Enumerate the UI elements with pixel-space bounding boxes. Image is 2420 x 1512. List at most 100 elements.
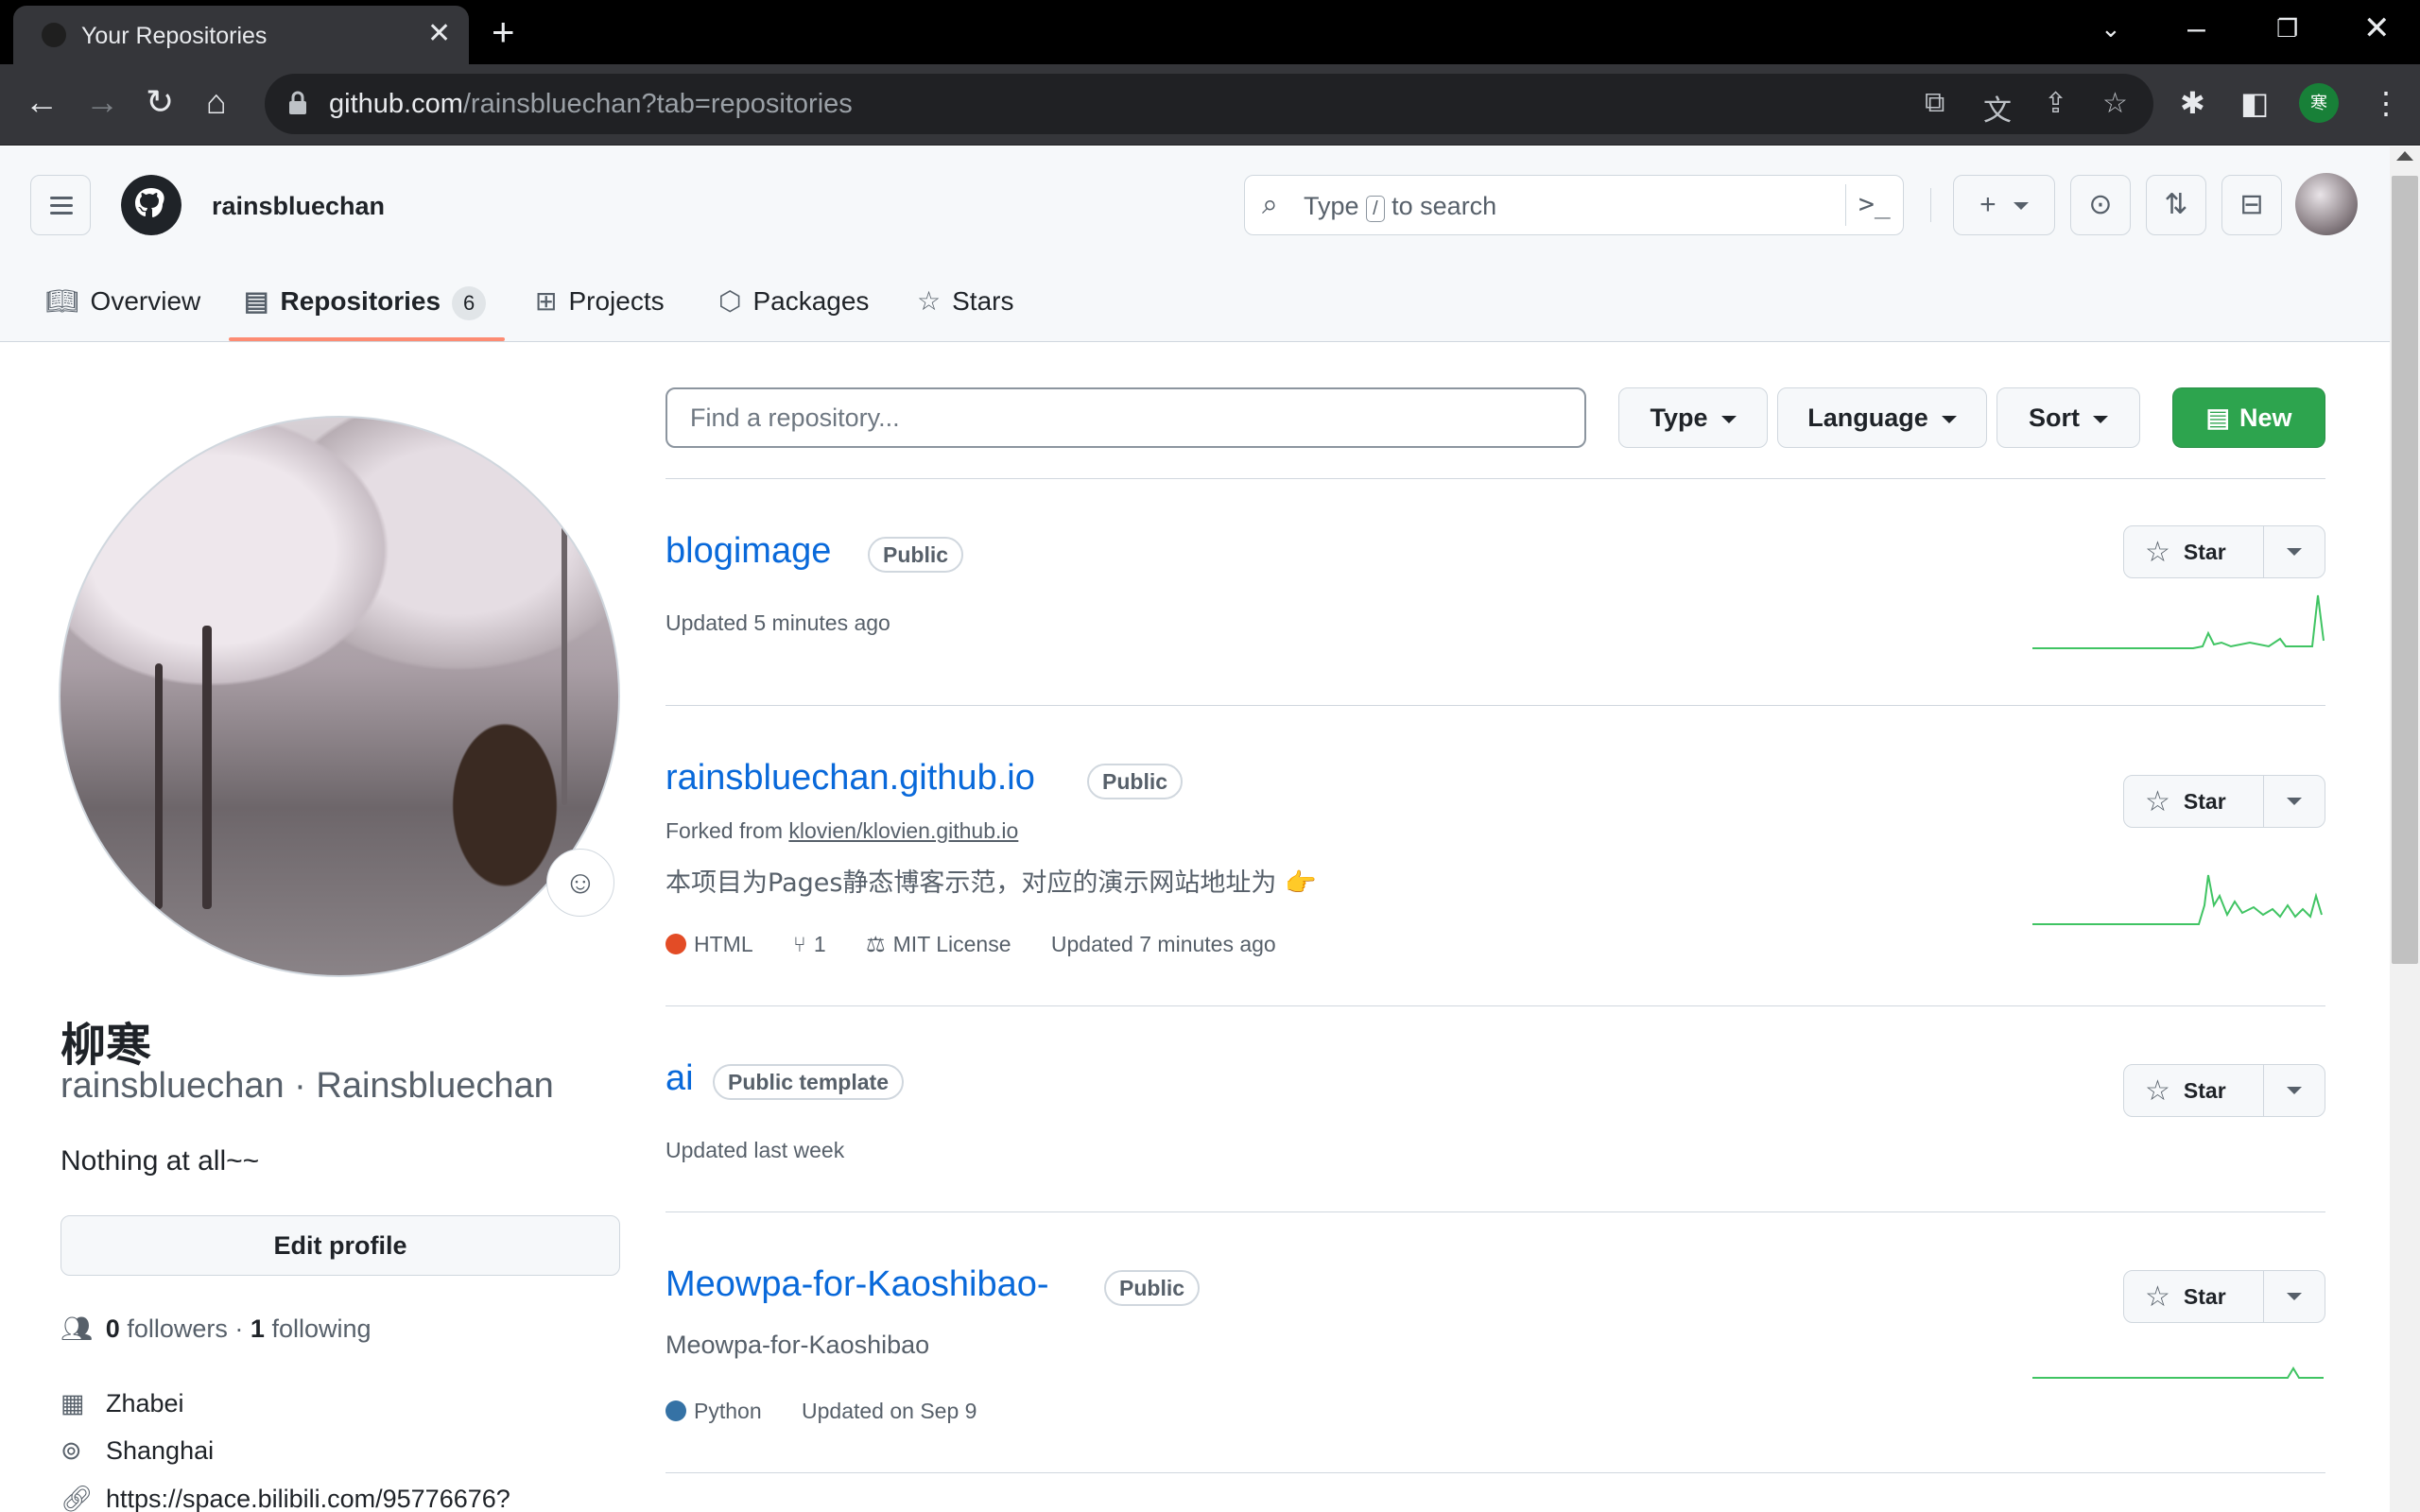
create-new-button[interactable]: + <box>1953 175 2055 235</box>
repo-name-link[interactable]: ai <box>666 1058 694 1099</box>
side-panel-icon[interactable]: ◧ <box>2240 85 2269 121</box>
set-status-button[interactable]: ☺ <box>546 849 614 917</box>
close-window-button[interactable]: ✕ <box>2363 8 2391 49</box>
language-filter-button[interactable]: Language <box>1777 387 1987 448</box>
edit-profile-button[interactable]: Edit profile <box>60 1215 620 1276</box>
browser-tab[interactable]: Your Repositories ✕ <box>13 6 469 64</box>
star-button[interactable]: ☆ Star <box>2124 776 2264 827</box>
chevron-down-icon <box>2287 548 2302 556</box>
visibility-badge: Public <box>868 537 964 573</box>
tab-search-icon[interactable]: ⌄ <box>2100 8 2121 49</box>
profile-company: ▦ Zhabei <box>60 1389 184 1418</box>
scroll-up-arrow-icon[interactable] <box>2396 151 2413 161</box>
profile-login: rainsbluechan · Rainsbluechan <box>60 1066 554 1106</box>
bookmark-star-icon[interactable]: ☆ <box>2102 87 2128 120</box>
profile-avatar[interactable] <box>59 416 620 977</box>
chevron-down-icon <box>2013 202 2029 211</box>
chevron-down-icon <box>1720 415 1737 423</box>
forks-count: 1 <box>813 932 826 956</box>
star-label: Star <box>2183 540 2226 564</box>
forked-from-link[interactable]: klovien/klovien.github.io <box>788 818 1018 843</box>
divider <box>666 1005 2325 1006</box>
tab-repositories[interactable]: ▤ Repositories 6 <box>244 281 487 322</box>
sort-button[interactable]: Sort <box>1996 387 2140 448</box>
pull-requests-button[interactable]: ⇅ <box>2146 175 2206 235</box>
translate-icon[interactable]: 文 <box>1983 87 2012 129</box>
star-button-group: ☆ Star <box>2123 1064 2325 1117</box>
law-icon: ⚖ <box>866 932 886 956</box>
profile-website[interactable]: 🔗︎ https://space.bilibili.com/95776676? <box>60 1484 510 1512</box>
avatar-lamp-post <box>562 503 567 805</box>
forward-button[interactable]: → <box>85 83 119 121</box>
followers-link[interactable]: 0 followers <box>106 1314 228 1343</box>
tab-label: Projects <box>568 286 665 316</box>
minimize-button[interactable]: – <box>2187 8 2205 49</box>
scrollbar-thumb[interactable] <box>2392 176 2418 964</box>
issues-button[interactable]: ⊙ <box>2070 175 2131 235</box>
menu-button[interactable] <box>30 175 91 235</box>
visibility-badge: Public <box>1087 764 1184 799</box>
tab-overview[interactable]: 📖︎ Overview <box>45 281 200 322</box>
people-icon: 👥︎ <box>60 1314 94 1343</box>
star-button[interactable]: ☆ Star <box>2124 526 2264 577</box>
find-repository-input[interactable] <box>666 387 1586 448</box>
type-filter-button[interactable]: Type <box>1618 387 1768 448</box>
global-search-input[interactable]: ⌕ Type / to search <box>1244 175 1904 235</box>
star-icon: ☆ <box>2145 1281 2170 1313</box>
reload-button[interactable]: ↻ <box>146 83 174 121</box>
profile-bio: Nothing at all~~ <box>60 1145 260 1177</box>
following-link[interactable]: 1 following <box>251 1314 372 1343</box>
tab-packages[interactable]: ⬡ Packages <box>718 281 869 322</box>
language-color-dot <box>666 934 686 954</box>
repo-icon: ▤ <box>244 286 269 316</box>
github-logo-icon[interactable] <box>121 175 182 235</box>
repo-license: ⚖ MIT License <box>866 932 1011 956</box>
language-label: Python <box>694 1399 762 1423</box>
star-lists-dropdown[interactable] <box>2264 1065 2325 1116</box>
profile-nav: 📖︎ Overview ▤ Repositories 6 ⊞ Projects ⬡ Pac… <box>0 262 2390 341</box>
chevron-down-icon <box>2287 1087 2302 1094</box>
new-label: New <box>2238 404 2292 432</box>
star-button[interactable]: ☆ Star <box>2124 1065 2264 1116</box>
address-bar[interactable]: github.com/rainsbluechan?tab=repositorie… <box>265 74 2153 134</box>
star-lists-dropdown[interactable] <box>2264 526 2325 577</box>
extensions-icon[interactable]: ✱ <box>2180 85 2205 121</box>
share-icon[interactable]: ⇪ <box>2044 87 2067 120</box>
repo-forks-link[interactable]: ⑂ 1 <box>793 932 826 956</box>
user-avatar[interactable] <box>2295 173 2358 235</box>
repo-updated: Updated on Sep 9 <box>802 1399 977 1423</box>
inbox-button[interactable]: ⊟ <box>2221 175 2282 235</box>
table-icon: ⊞ <box>535 286 558 316</box>
close-tab-icon[interactable]: ✕ <box>427 17 451 50</box>
follow-stats: 👥︎ 0 followers · 1 following <box>60 1314 372 1343</box>
repo-meta-row: HTML ⑂ 1 ⚖ MIT License Updated 7 minutes a… <box>666 932 1276 957</box>
repo-name-link[interactable]: blogimage <box>666 531 831 572</box>
hamburger-icon-line <box>50 212 73 215</box>
star-lists-dropdown[interactable] <box>2264 1271 2325 1322</box>
repo-name-link[interactable]: Meowpa-for-Kaoshibao- <box>666 1264 1049 1305</box>
star-label: Star <box>2183 1284 2226 1309</box>
back-button[interactable]: ← <box>25 83 59 121</box>
tab-projects[interactable]: ⊞ Projects <box>535 281 665 322</box>
restore-button[interactable]: ❐ <box>2276 8 2298 49</box>
repo-updated: Updated 5 minutes ago <box>666 610 890 635</box>
active-tab-indicator <box>229 337 505 341</box>
command-palette-icon[interactable]: >_ <box>1858 188 1891 219</box>
repo-name-link[interactable]: rainsbluechan.github.io <box>666 758 1035 799</box>
open-in-app-icon[interactable]: ⧉ <box>1925 87 1945 119</box>
browser-profile-avatar[interactable]: 寒 <box>2299 83 2339 123</box>
home-button[interactable]: ⌂ <box>206 83 227 121</box>
context-username[interactable]: rainsbluechan <box>212 192 385 221</box>
repo-forked-icon: ⑂ <box>793 932 806 956</box>
browser-toolbar: ← → ↻ ⌂ github.com/rainsbluechan?tab=rep… <box>0 64 2420 146</box>
tab-stars[interactable]: ☆ Stars <box>917 281 1013 322</box>
browser-menu-icon[interactable]: ⋮ <box>2371 85 2401 121</box>
new-tab-button[interactable]: + <box>492 9 515 55</box>
new-repository-button[interactable]: ▤ New <box>2172 387 2325 448</box>
divider <box>666 705 2325 706</box>
star-button[interactable]: ☆ Star <box>2124 1271 2264 1322</box>
website-link[interactable]: https://space.bilibili.com/95776676? <box>106 1485 510 1512</box>
location-text: Shanghai <box>106 1436 215 1465</box>
plus-icon: + <box>1979 189 1996 220</box>
star-lists-dropdown[interactable] <box>2264 776 2325 827</box>
